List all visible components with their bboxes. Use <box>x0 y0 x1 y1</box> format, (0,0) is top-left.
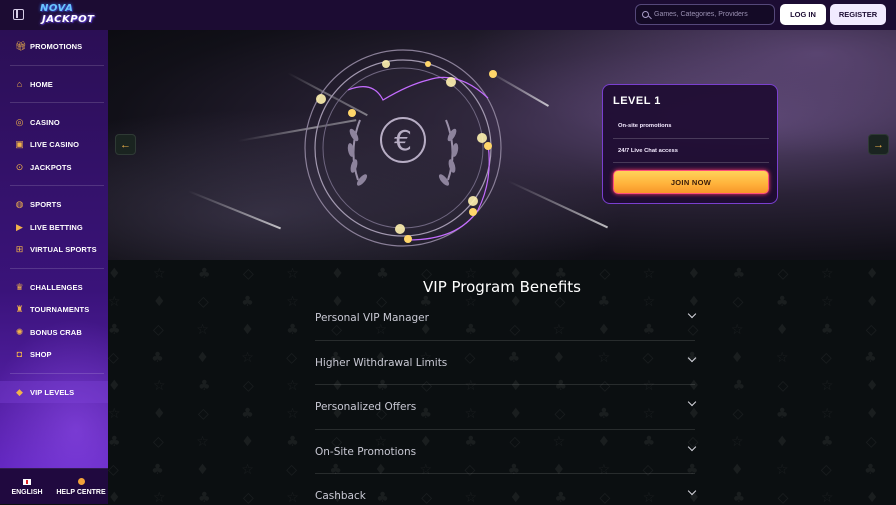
sidebar-item-sports[interactable]: ◍ SPORTS <box>0 194 108 214</box>
accordion-item-on-site-promotions[interactable]: On-Site Promotions <box>315 430 697 474</box>
section-title: VIP Program Benefits <box>423 278 581 296</box>
trophy-icon: ♛ <box>15 281 24 292</box>
vip-icon: ◆ <box>16 386 23 397</box>
chevron-down-icon <box>687 309 697 319</box>
perk-item: On-site promotions <box>618 123 672 129</box>
sidebar-divider <box>10 268 104 269</box>
sidebar-item-label: SPORTS <box>30 199 62 209</box>
tournament-icon: ♜ <box>15 303 24 314</box>
sidebar-item-virtual-sports[interactable]: ⊞ VIRTUAL SPORTS <box>0 239 108 259</box>
chevron-down-icon <box>687 353 697 363</box>
perk-item: 24/7 Live Chat access <box>618 148 678 154</box>
sidebar-item-challenges[interactable]: ♛ CHALLENGES <box>0 277 108 297</box>
sidebar-item-label: TOURNAMENTS <box>30 304 90 314</box>
accordion-item-personal-vip-manager[interactable]: Personal VIP Manager <box>315 297 697 341</box>
sidebar-item-live-betting[interactable]: ▶ LIVE BETTING <box>0 217 108 237</box>
logo-text-line1: NOVA <box>40 3 74 14</box>
sidebar-footer: ENGLISH HELP CENTRE <box>0 468 108 504</box>
sidebar-divider <box>10 65 104 66</box>
sidebar-item-label: VIP LEVELS <box>30 387 75 397</box>
help-icon <box>77 478 85 485</box>
live-icon: ▣ <box>15 138 24 149</box>
bag-icon: ◘ <box>16 348 23 359</box>
ball-icon: ◍ <box>15 198 24 209</box>
sidebar-divider <box>10 373 104 374</box>
search-input[interactable] <box>654 11 772 18</box>
sidebar-item-label: VIRTUAL SPORTS <box>30 244 97 254</box>
sidebar-item-home[interactable]: ⌂ HOME <box>0 74 108 94</box>
accordion-question: Personalized Offers <box>315 401 417 413</box>
language-label: ENGLISH <box>11 488 43 496</box>
level-title: LEVEL 1 <box>613 95 661 107</box>
sidebar: 🎁︎ PROMOTIONS ⌂ HOME ◎ CASINO ▣ LIVE CAS… <box>0 30 108 504</box>
sidebar-item-label: LIVE BETTING <box>30 222 83 232</box>
accordion-question: On-Site Promotions <box>315 446 417 458</box>
help-label: HELP CENTRE <box>56 489 106 496</box>
home-icon: ⌂ <box>16 78 23 89</box>
sidebar-item-label: LIVE CASINO <box>30 139 80 149</box>
chevron-down-icon <box>687 397 697 407</box>
sidebar-item-vip-levels[interactable]: ◆ VIP LEVELS <box>0 381 108 403</box>
help-centre-link[interactable]: HELP CENTRE <box>54 469 108 505</box>
flag-icon <box>23 478 31 485</box>
carousel-prev-button[interactable]: ← <box>115 134 136 155</box>
sidebar-item-label: PROMOTIONS <box>30 41 83 51</box>
sidebar-item-bonus-crab[interactable]: ✺ BONUS CRAB <box>0 322 108 342</box>
search-box[interactable] <box>635 4 775 25</box>
accordion-question: Higher Withdrawal Limits <box>315 357 448 369</box>
sidebar-item-promotions[interactable]: 🎁︎ PROMOTIONS <box>0 36 108 56</box>
sidebar-item-shop[interactable]: ◘ SHOP <box>0 344 108 364</box>
join-now-button[interactable]: JOIN NOW <box>613 170 769 194</box>
perk-divider <box>613 162 769 163</box>
accordion-item-higher-withdrawal-limits[interactable]: Higher Withdrawal Limits <box>315 341 697 385</box>
sidebar-item-tournaments[interactable]: ♜ TOURNAMENTS <box>0 299 108 319</box>
sidebar-item-label: CHALLENGES <box>30 282 83 292</box>
sidebar-divider <box>10 185 104 186</box>
login-button[interactable]: LOG IN <box>780 4 826 25</box>
logo-text-line2: JACKPOT <box>42 14 95 25</box>
logo[interactable]: NOVA JACKPOT <box>40 3 104 27</box>
accordion-item-cashback[interactable]: Cashback <box>315 474 697 504</box>
register-button[interactable]: REGISTER <box>830 4 886 25</box>
play-icon: ▶ <box>16 221 23 232</box>
top-bar: NOVA JACKPOT LOG IN REGISTER <box>0 0 896 30</box>
jackpot-icon: ⊙ <box>15 161 24 172</box>
search-icon <box>642 11 649 18</box>
chevron-down-icon <box>687 442 697 452</box>
sidebar-item-label: JACKPOTS <box>30 162 72 172</box>
sidebar-item-label: BONUS CRAB <box>30 327 82 337</box>
gift-icon: 🎁︎ <box>15 40 27 51</box>
accordion-item-personalized-offers[interactable]: Personalized Offers <box>315 385 697 430</box>
chip-icon: ◎ <box>15 116 24 127</box>
sidebar-item-casino[interactable]: ◎ CASINO <box>0 112 108 132</box>
sidebar-item-live-casino[interactable]: ▣ LIVE CASINO <box>0 134 108 154</box>
sidebar-item-label: CASINO <box>30 117 60 127</box>
sidebar-divider <box>10 102 104 103</box>
sidebar-toggle-icon[interactable] <box>13 9 24 20</box>
language-selector[interactable]: ENGLISH <box>6 469 48 505</box>
sidebar-item-label: HOME <box>30 79 53 89</box>
carousel-next-button[interactable]: → <box>868 134 889 155</box>
chevron-down-icon <box>687 486 697 496</box>
vip-level-card: LEVEL 1 On-site promotions 24/7 Live Cha… <box>602 84 778 204</box>
virtual-icon: ⊞ <box>15 243 24 254</box>
accordion-question: Cashback <box>315 490 366 502</box>
sidebar-item-jackpots[interactable]: ⊙ JACKPOTS <box>0 157 108 177</box>
crab-icon: ✺ <box>15 326 24 337</box>
sidebar-item-label: SHOP <box>30 349 52 359</box>
accordion-question: Personal VIP Manager <box>315 312 429 324</box>
vip-benefits-section: ♦ ☆ ♣ ◇ ☆ ♦ ♣ ◇ ☆ ♦ ♣ ◇ ☆ ♦ ♣ ◇ ☆ ♦ ♣ ◇ … <box>108 260 896 504</box>
perk-divider <box>613 138 769 139</box>
